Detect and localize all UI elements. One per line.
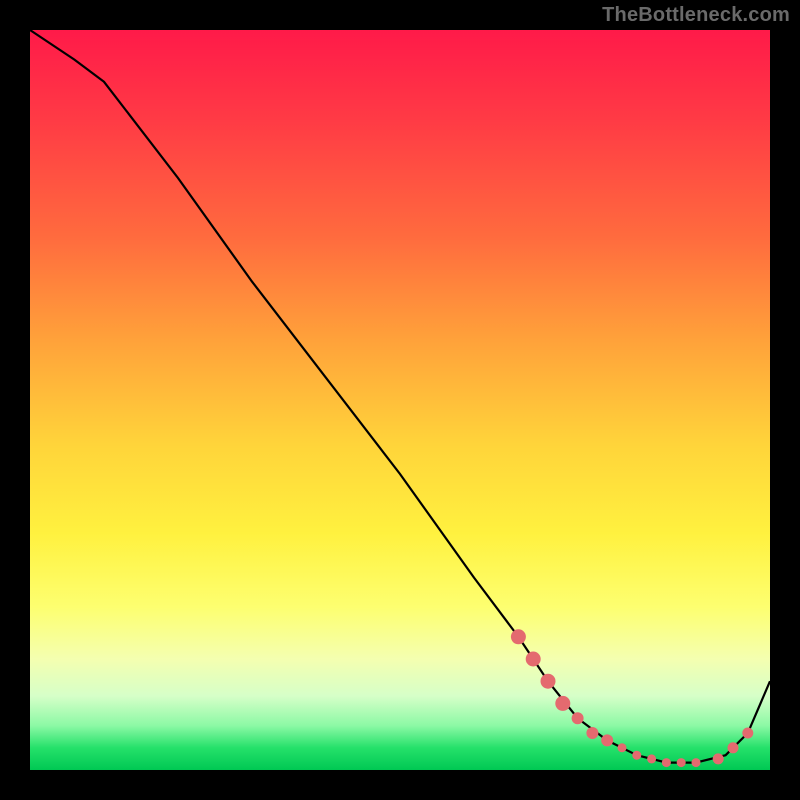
highlight-dot [511, 629, 526, 644]
highlight-dot [526, 652, 541, 667]
chart-frame: TheBottleneck.com [0, 0, 800, 800]
highlight-dot [728, 742, 739, 753]
highlight-dot [541, 674, 556, 689]
highlight-dot [647, 754, 656, 763]
highlight-dot [555, 696, 570, 711]
highlight-dots-group [511, 629, 753, 767]
highlight-dot [713, 753, 724, 764]
highlight-dot [692, 758, 701, 767]
watermark-text: TheBottleneck.com [602, 4, 790, 27]
highlight-dot [586, 727, 598, 739]
bottleneck-curve-path [30, 30, 770, 763]
curve-layer [30, 30, 770, 770]
highlight-dot [742, 728, 753, 739]
plot-area [30, 30, 770, 770]
highlight-dot [618, 743, 627, 752]
highlight-dot [601, 734, 613, 746]
highlight-dot [662, 758, 671, 767]
highlight-dot [572, 712, 584, 724]
highlight-dot [632, 751, 641, 760]
highlight-dot [677, 758, 686, 767]
